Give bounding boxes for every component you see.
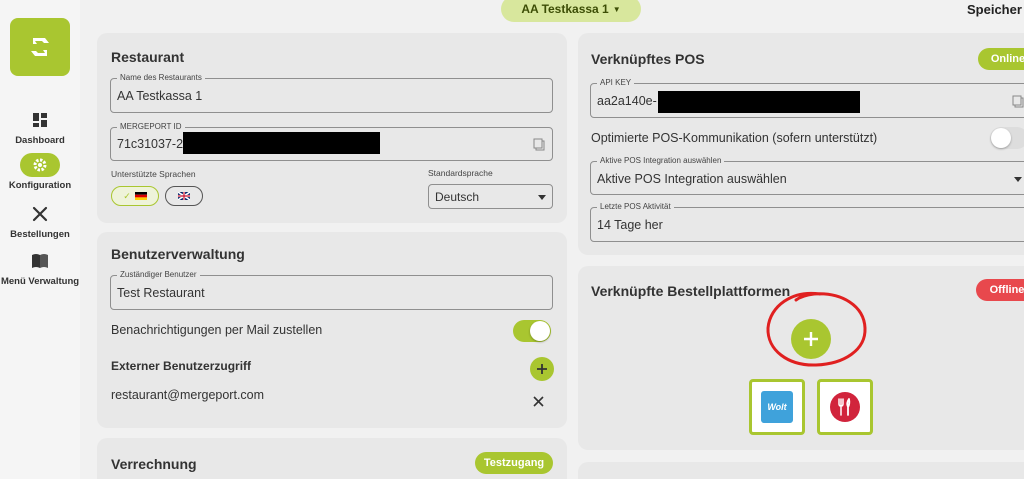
- restaurant-title: Restaurant: [111, 49, 185, 65]
- sidebar: Dashboard Konfiguration Bestellungen Men…: [0, 0, 80, 479]
- pos-title: Verknüpftes POS: [591, 51, 705, 67]
- user-management-card: Benutzerverwaltung Zuständiger Benutzer …: [97, 232, 567, 428]
- copy-icon[interactable]: [1012, 95, 1024, 108]
- flag-de-icon: [134, 192, 147, 200]
- pos-card: Verknüpftes POS Online API KEY aa2a140e-…: [578, 33, 1024, 255]
- optimized-pos-label: Optimierte POS-Kommunikation (sofern unt…: [591, 131, 878, 145]
- check-icon: ✓: [123, 190, 131, 201]
- caret-down-icon: ▼: [612, 4, 621, 14]
- cutlery-icon: [32, 206, 48, 222]
- last-pos-activity-field: Letzte POS Aktivität 14 Tage her: [590, 202, 1024, 242]
- plus-icon: [804, 332, 818, 346]
- sidebar-item-label: Konfiguration: [8, 180, 72, 191]
- flag-uk-icon: [178, 192, 190, 200]
- close-icon[interactable]: [533, 396, 544, 407]
- external-access-title: Externer Benutzerzugriff: [111, 359, 252, 373]
- redaction-bar: [183, 132, 380, 154]
- sidebar-item-label: Dashboard: [15, 135, 65, 146]
- platforms-status-badge: Offline: [976, 279, 1024, 301]
- api-key-value: aa2a140e-: [597, 94, 657, 108]
- dropdown-arrow-icon: [538, 195, 546, 200]
- app-logo[interactable]: [10, 18, 70, 76]
- pos-integration-select[interactable]: Aktive POS Integration auswählen Aktive …: [590, 156, 1024, 195]
- last-pos-activity-label: Letzte POS Aktivität: [597, 202, 674, 212]
- dashboard-icon: [33, 113, 47, 127]
- kasse-selector-button[interactable]: AA Testkassa 1 ▼: [501, 0, 641, 22]
- order-platforms-card: Verknüpfte Bestellplattformen Offline Wo…: [578, 266, 1024, 450]
- mail-notification-toggle[interactable]: [513, 320, 551, 342]
- save-button[interactable]: Speicher: [967, 2, 1022, 17]
- api-key-label: API KEY: [597, 78, 635, 88]
- mergeport-id-field[interactable]: MERGEPORT ID 71c31037-2: [110, 122, 553, 161]
- sidebar-item-bestellungen[interactable]: Bestellungen: [0, 202, 80, 240]
- restaurant-name-label: Name des Restaurants: [117, 73, 205, 83]
- sidebar-item-konfiguration[interactable]: Konfiguration: [0, 153, 80, 191]
- responsible-user-value: Test Restaurant: [117, 286, 205, 300]
- wolt-logo-icon: Wolt: [761, 391, 793, 423]
- pos-integration-label: Aktive POS Integration auswählen: [597, 156, 725, 166]
- default-language-label: Standardsprache: [428, 168, 493, 178]
- sidebar-item-dashboard[interactable]: Dashboard: [0, 108, 80, 146]
- language-chip-de[interactable]: ✓: [111, 186, 159, 206]
- billing-status-badge: Testzugang: [475, 452, 553, 474]
- plus-icon: [537, 364, 547, 374]
- billing-card: Verrechnung Testzugang: [97, 438, 567, 479]
- last-pos-activity-value: 14 Tage her: [597, 218, 663, 232]
- billing-title: Verrechnung: [111, 456, 197, 472]
- default-language-select[interactable]: Deutsch: [428, 184, 553, 209]
- pos-integration-value: Aktive POS Integration auswählen: [597, 172, 787, 186]
- platform-tile-wolt[interactable]: Wolt: [749, 379, 805, 435]
- mergeport-id-label: MERGEPORT ID: [117, 122, 185, 132]
- responsible-user-field[interactable]: Zuständiger Benutzer Test Restaurant: [110, 270, 553, 310]
- additional-card: [578, 462, 1024, 479]
- mergeport-id-value: 71c31037-2: [117, 137, 184, 151]
- book-icon: [32, 254, 48, 268]
- add-platform-button[interactable]: [791, 319, 831, 359]
- responsible-user-label: Zuständiger Benutzer: [117, 270, 200, 280]
- user-management-title: Benutzerverwaltung: [111, 246, 245, 262]
- restaurant-card: Restaurant Name des Restaurants AA Testk…: [97, 33, 567, 223]
- api-key-field[interactable]: API KEY aa2a140e-: [590, 78, 1024, 118]
- external-user-email: restaurant@mergeport.com: [111, 388, 265, 402]
- sidebar-item-menu-verwaltung[interactable]: Menü Verwaltung: [0, 249, 80, 287]
- optimized-pos-toggle[interactable]: [990, 127, 1024, 149]
- languages-label: Unterstützte Sprachen: [111, 169, 196, 179]
- copy-icon[interactable]: [533, 138, 545, 151]
- dropdown-arrow-icon: [1014, 177, 1022, 182]
- restaurant-platform-logo-icon: [830, 392, 860, 422]
- add-external-user-button[interactable]: [530, 357, 554, 381]
- language-chip-en[interactable]: [165, 186, 203, 206]
- kasse-selector-label: AA Testkassa 1: [521, 2, 609, 16]
- sidebar-item-label: Bestellungen: [10, 229, 70, 240]
- sidebar-item-label: Menü Verwaltung: [0, 276, 80, 287]
- mail-notification-label: Benachrichtigungen per Mail zustellen: [111, 323, 323, 337]
- default-language-value: Deutsch: [435, 190, 480, 204]
- pos-status-badge: Online: [978, 48, 1024, 70]
- redaction-bar: [658, 91, 860, 113]
- order-platforms-title: Verknüpfte Bestellplattformen: [591, 283, 791, 299]
- gear-icon: [33, 158, 47, 172]
- wolt-logo-text: Wolt: [767, 402, 787, 412]
- restaurant-name-value: AA Testkassa 1: [117, 89, 203, 103]
- logo-icon: [31, 38, 49, 56]
- platform-tile-lieferando[interactable]: [817, 379, 873, 435]
- restaurant-name-field[interactable]: Name des Restaurants AA Testkassa 1: [110, 73, 553, 113]
